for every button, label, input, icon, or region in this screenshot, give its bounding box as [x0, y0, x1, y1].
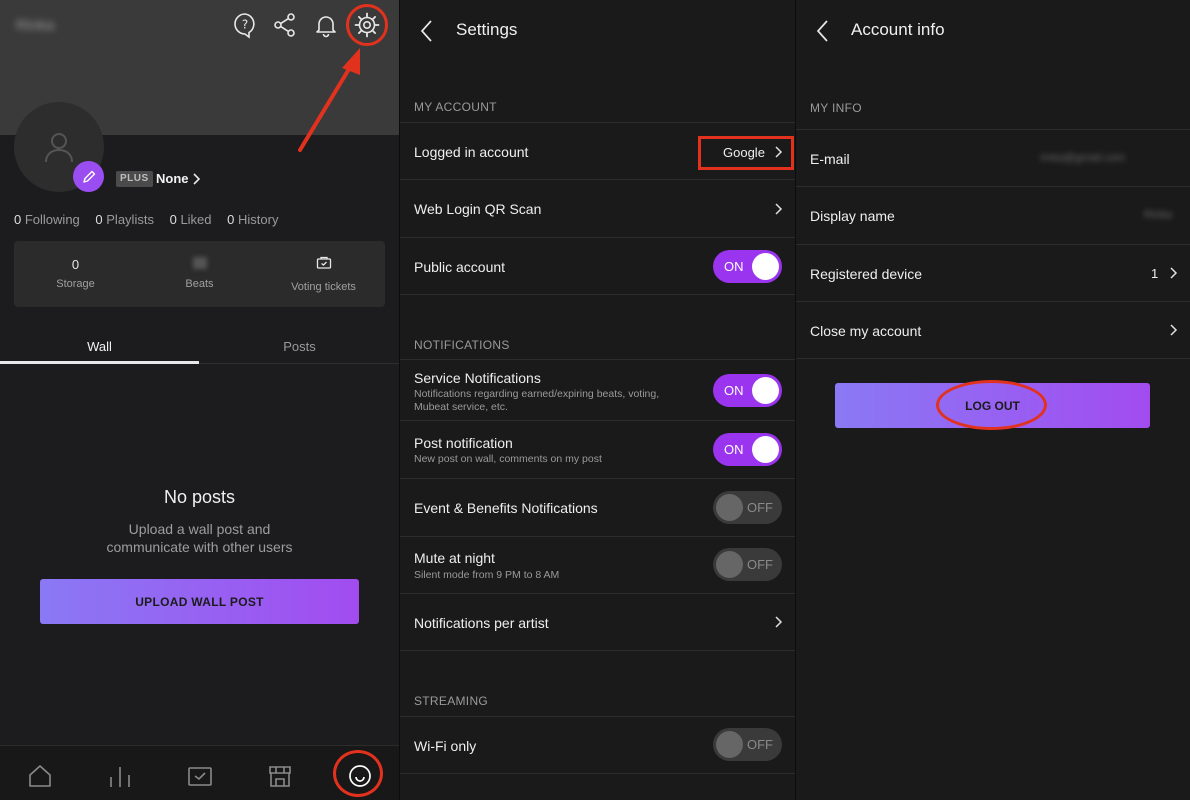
- web-login-qr-row[interactable]: Web Login QR Scan: [400, 180, 795, 238]
- store-icon[interactable]: [266, 762, 294, 790]
- page-title: Account info: [851, 20, 945, 39]
- home-icon[interactable]: [26, 762, 54, 790]
- plus-badge: PLUS: [116, 171, 153, 187]
- annotation-arrow: [298, 48, 360, 152]
- service-notifications-row: Service Notifications Notifications rega…: [400, 359, 795, 421]
- google-highlight-box: [698, 136, 794, 170]
- help-icon[interactable]: ?: [229, 9, 261, 41]
- edit-avatar-button[interactable]: [73, 161, 104, 192]
- chevron-right-icon[interactable]: [192, 172, 202, 186]
- chevron-right-icon: [775, 616, 783, 628]
- chevron-right-icon: [775, 203, 783, 215]
- page-title: Settings: [456, 20, 518, 39]
- wifi-only-toggle[interactable]: OFF: [713, 728, 782, 761]
- back-arrow-icon[interactable]: [420, 19, 434, 43]
- vote-icon[interactable]: [186, 762, 214, 790]
- post-notification-toggle[interactable]: ON: [713, 433, 782, 466]
- display-name-value: Rinka: [1144, 209, 1173, 221]
- stat-liked[interactable]: 0 Liked: [170, 212, 212, 227]
- wifi-only-row: Wi-Fi only OFF: [400, 716, 795, 774]
- storage-value: 0: [71, 257, 80, 272]
- pencil-icon: [82, 170, 95, 183]
- section-my-info: MY INFO: [810, 101, 862, 115]
- plan-name[interactable]: None: [156, 171, 189, 186]
- beats-label: Beats: [185, 278, 214, 290]
- post-notification-row: Post notification New post on wall, comm…: [400, 421, 795, 479]
- mute-at-night-row: Mute at night Silent mode from 9 PM to 8…: [400, 537, 795, 594]
- empty-state-title: No posts: [163, 487, 236, 507]
- registered-device-count: 1: [1151, 266, 1159, 281]
- profile-tabs: Wall Posts: [0, 331, 399, 364]
- logout-highlight-ring: [936, 380, 1047, 430]
- display-name-row[interactable]: Display name Rinka: [796, 187, 1190, 245]
- svg-text:?: ?: [242, 18, 248, 32]
- active-tab-indicator: [0, 361, 199, 364]
- account-info-panel: Account info MY INFO E-mail rinka@gmail.…: [796, 0, 1190, 800]
- event-benefits-toggle[interactable]: OFF: [713, 491, 782, 524]
- profile-stats: 0 Following 0 Playlists 0 Liked 0 Histor…: [14, 212, 290, 227]
- event-benefits-row: Event & Benefits Notifications OFF: [400, 479, 795, 537]
- public-account-toggle[interactable]: ON: [713, 250, 782, 283]
- email-row: E-mail rinka@gmail.com: [796, 129, 1190, 187]
- profile-panel: Rinka ? PLUS None 0 Following 0 Playlist…: [0, 0, 399, 800]
- tab-posts[interactable]: Posts: [200, 339, 399, 354]
- storage-item[interactable]: 0 Storage: [14, 241, 137, 307]
- chevron-right-icon: [1170, 267, 1178, 279]
- share-icon[interactable]: [269, 9, 301, 41]
- voting-tickets-item[interactable]: Voting tickets: [262, 241, 385, 307]
- chevron-right-icon: [1170, 324, 1178, 336]
- my-page-highlight-ring: [333, 750, 383, 797]
- service-notifications-toggle[interactable]: ON: [713, 374, 782, 407]
- section-streaming: STREAMING: [414, 694, 489, 708]
- public-account-row: Public account ON: [400, 238, 795, 295]
- profile-username: Rinka: [16, 17, 55, 34]
- stat-history[interactable]: 0 History: [227, 212, 278, 227]
- registered-device-row[interactable]: Registered device 1: [796, 245, 1190, 302]
- settings-panel: Settings MY ACCOUNT Logged in account Go…: [400, 0, 795, 800]
- section-notifications: NOTIFICATIONS: [414, 338, 510, 352]
- wallet-summary: 0 Storage Beats Voting tickets: [14, 241, 385, 307]
- back-arrow-icon[interactable]: [816, 19, 830, 43]
- upload-wall-post-button[interactable]: UPLOAD WALL POST: [40, 579, 359, 624]
- close-account-row[interactable]: Close my account: [796, 302, 1190, 359]
- beats-value-blurred: [192, 257, 207, 269]
- settings-highlight-ring: [346, 4, 388, 46]
- bell-icon[interactable]: [310, 9, 342, 41]
- beats-item[interactable]: Beats: [138, 241, 261, 307]
- voting-tickets-label: Voting tickets: [291, 281, 356, 293]
- storage-label: Storage: [56, 278, 95, 290]
- notifications-per-artist-row[interactable]: Notifications per artist: [400, 594, 795, 651]
- empty-state-message: Upload a wall post and communicate with …: [106, 521, 293, 555]
- tab-wall[interactable]: Wall: [0, 339, 199, 354]
- ticket-icon: [316, 256, 331, 269]
- chart-icon[interactable]: [106, 762, 134, 790]
- mute-at-night-toggle[interactable]: OFF: [713, 548, 782, 581]
- stat-playlists[interactable]: 0 Playlists: [95, 212, 154, 227]
- stat-following[interactable]: 0 Following: [14, 212, 80, 227]
- email-value: rinka@gmail.com: [1040, 152, 1126, 164]
- section-my-account: MY ACCOUNT: [414, 100, 497, 114]
